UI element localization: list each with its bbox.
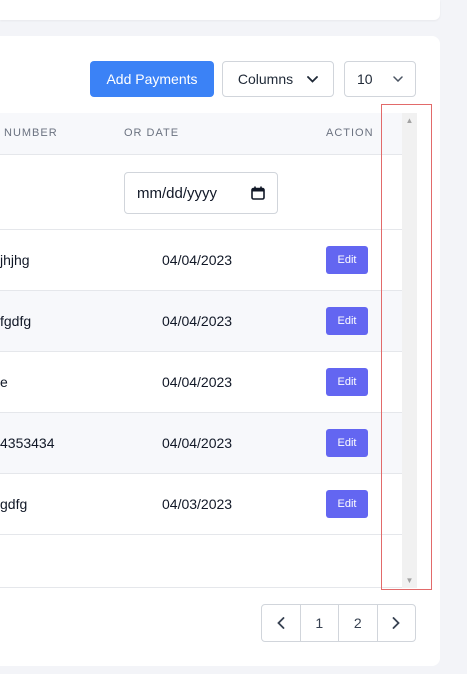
table-row: jhjhg 04/04/2023 Edit <box>0 230 402 291</box>
chevron-left-icon <box>276 617 285 629</box>
pagination: 1 2 <box>261 604 416 642</box>
table-row: e 04/04/2023 Edit <box>0 352 402 413</box>
row-date: 04/04/2023 <box>162 374 233 390</box>
table-row: gdfg 04/03/2023 Edit <box>0 474 402 535</box>
page-2-button[interactable]: 2 <box>339 605 378 641</box>
row-number: gdfg <box>0 496 28 512</box>
edit-button[interactable]: Edit <box>326 429 368 457</box>
row-number: e <box>0 374 8 390</box>
chevron-down-icon <box>393 76 403 82</box>
date-filter-input[interactable]: mm/dd/yyyy <box>124 172 278 214</box>
chevron-down-icon <box>307 75 319 83</box>
row-number: jhjhg <box>0 252 30 268</box>
calendar-icon[interactable] <box>251 186 265 200</box>
row-number: 4353434 <box>0 435 55 451</box>
edit-button[interactable]: Edit <box>326 246 368 274</box>
chevron-right-icon <box>392 617 401 629</box>
row-date: 04/04/2023 <box>162 252 233 268</box>
edit-button[interactable]: Edit <box>326 368 368 396</box>
scroll-down-arrow-icon[interactable]: ▼ <box>402 573 417 588</box>
row-date: 04/04/2023 <box>162 313 233 329</box>
add-payments-button[interactable]: Add Payments <box>90 61 214 97</box>
table-row: 4353434 04/04/2023 Edit <box>0 413 402 474</box>
row-number: fgdfg <box>0 313 32 329</box>
page-1-button[interactable]: 1 <box>301 605 339 641</box>
table-row: fgdfg 04/04/2023 Edit <box>0 291 402 352</box>
filter-row: mm/dd/yyyy <box>0 155 402 230</box>
page-size-value: 10 <box>357 71 373 87</box>
header-or-date[interactable]: OR DATE <box>124 127 179 139</box>
empty-row <box>0 535 402 588</box>
date-filter-placeholder: mm/dd/yyyy <box>137 184 218 202</box>
header-action: ACTION <box>326 127 374 139</box>
columns-label: Columns <box>237 71 294 87</box>
page-size-select[interactable]: 10 <box>344 61 416 97</box>
row-date: 04/04/2023 <box>162 435 233 451</box>
next-page-button[interactable] <box>378 605 416 641</box>
top-bar <box>0 0 440 20</box>
header-number[interactable]: NUMBER <box>4 127 58 139</box>
edit-button[interactable]: Edit <box>326 490 368 518</box>
scroll-up-arrow-icon[interactable]: ▲ <box>402 113 417 128</box>
prev-page-button[interactable] <box>262 605 301 641</box>
vertical-scrollbar[interactable]: ▲ ▼ <box>402 113 417 588</box>
row-date: 04/03/2023 <box>162 496 233 512</box>
edit-button[interactable]: Edit <box>326 307 368 335</box>
columns-button[interactable]: Columns <box>222 61 334 97</box>
table-header-row: NUMBER OR DATE ACTION <box>0 113 402 155</box>
